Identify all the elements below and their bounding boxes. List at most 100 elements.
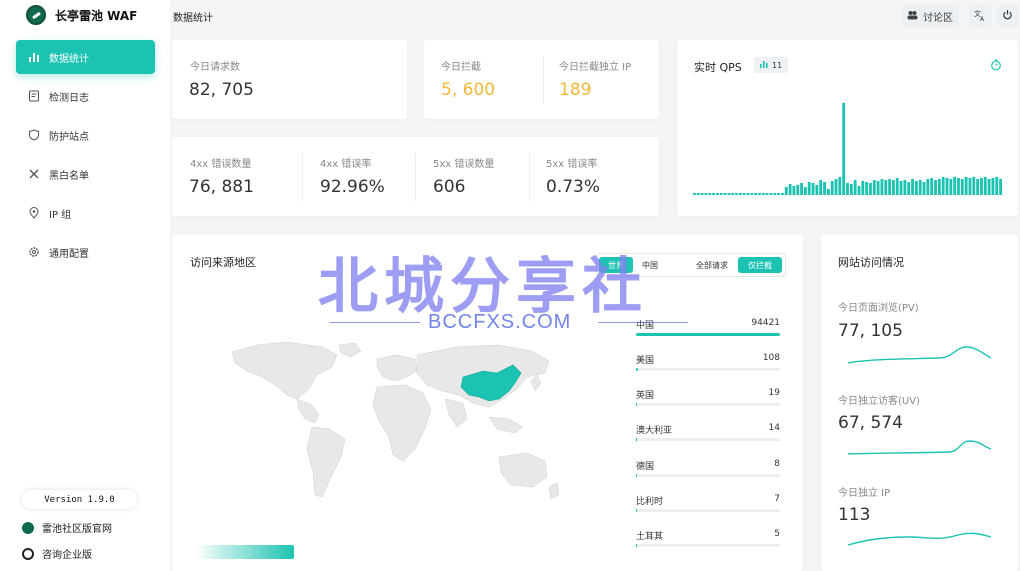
sidebar-nav: 数据统计 检测日志 防护站点 黑白名单 IP 组 通用配置 (16, 40, 155, 274)
qps-bar (945, 178, 949, 195)
qps-bar (849, 184, 853, 195)
qps-bar (765, 193, 769, 195)
qps-bar (738, 193, 742, 195)
qps-bar (911, 179, 914, 195)
region-title: 访问来源地区 (190, 256, 256, 269)
qps-bar (754, 193, 758, 195)
country-name: 英国 (636, 391, 655, 401)
qps-bar (700, 193, 704, 195)
qps-bar (715, 193, 719, 195)
logout-button[interactable] (996, 5, 1018, 27)
sidebar-item-ipgroup[interactable]: IP 组 (16, 196, 155, 230)
qps-bar (957, 178, 960, 195)
stat-value: 82, 705 (189, 80, 254, 100)
qps-bar (888, 179, 892, 195)
qps-bar (918, 180, 922, 195)
shield-icon (28, 129, 40, 141)
country-bar-track (636, 509, 780, 512)
qps-bar (803, 187, 807, 195)
qps-bar (869, 183, 872, 195)
qps-bar (781, 193, 784, 195)
qps-bar (708, 193, 712, 195)
country-count: 108 (762, 353, 780, 363)
stat-value: 0.73% (546, 177, 601, 197)
divider (529, 153, 530, 201)
community-site-link[interactable]: 雷池社区版官网 (22, 520, 112, 535)
filter-all-requests[interactable]: 全部请求 (691, 257, 733, 273)
country-count: 19 (768, 388, 780, 398)
qps-title: 实时 QPS (694, 61, 742, 74)
sidebar-item-sites[interactable]: 防护站点 (16, 118, 155, 152)
country-count: 8 (774, 459, 780, 469)
filter-blocked-only[interactable]: 仅拦截 (738, 257, 782, 273)
translate-icon: 文A (974, 9, 986, 24)
stat-label: 5xx 错误率 (546, 159, 598, 170)
qps-bar (941, 177, 945, 195)
enterprise-consult-label: 咨询企业版 (42, 550, 92, 561)
qps-bar (953, 177, 957, 195)
qps-bar (819, 180, 823, 195)
qps-bar (903, 180, 907, 195)
qps-bar (865, 182, 869, 195)
qps-bar (857, 186, 861, 195)
visits-card: 网站访问情况 今日页面浏览(PV) 77, 105 今日独立访客(UV) 67,… (821, 235, 1018, 571)
qps-bar (972, 177, 976, 195)
version-badge: Version 1.9.0 (22, 490, 137, 509)
page-title: 数据统计 (173, 13, 213, 24)
qps-bar (960, 179, 964, 195)
qps-bar (842, 103, 846, 195)
qps-bar (800, 183, 803, 195)
qps-bar (830, 181, 834, 195)
qps-bar (769, 193, 773, 195)
refresh-timer-icon[interactable] (990, 59, 1002, 74)
sidebar-item-label: 数据统计 (49, 53, 89, 65)
country-bar-fill (636, 368, 638, 371)
sidebar: 长亭雷池 WAF 数据统计 检测日志 防护站点 黑白名单 IP 组 通用配置 V… (0, 0, 170, 571)
qps-bar (823, 182, 826, 195)
sidebar-item-settings[interactable]: 通用配置 (16, 235, 155, 269)
country-bar-track (636, 544, 780, 547)
pv-sparkline (848, 346, 992, 364)
language-button[interactable]: 文A (969, 5, 991, 27)
brand[interactable]: 长亭雷池 WAF (26, 5, 137, 25)
stat-label: 5xx 错误数量 (433, 159, 495, 170)
qps-bar (968, 178, 972, 195)
uv-sparkline (848, 440, 992, 455)
stat-value: 606 (433, 177, 466, 197)
sidebar-item-logs[interactable]: 检测日志 (16, 79, 155, 113)
qps-bar (846, 183, 849, 195)
visits-title: 网站访问情况 (838, 256, 904, 269)
qps-bar (727, 193, 731, 195)
country-count: 7 (774, 494, 780, 504)
stat-value: 189 (559, 80, 592, 100)
world-map (231, 341, 560, 500)
qps-bar (731, 193, 735, 195)
sidebar-item-blackwhite[interactable]: 黑白名单 (16, 157, 155, 191)
forum-button[interactable]: 讨论区 (901, 5, 959, 27)
svg-text:A: A (980, 16, 985, 21)
stat-value: 113 (838, 505, 871, 525)
qps-bar (792, 186, 796, 195)
sidebar-item-dashboard[interactable]: 数据统计 (16, 40, 155, 74)
qps-bar (884, 180, 888, 195)
stat-label: 今日拦截独立 IP (559, 62, 632, 73)
stat-value: 76, 881 (189, 177, 254, 197)
safeline-logo-icon (26, 5, 46, 25)
stat-value: 92.96% (320, 177, 385, 197)
list-item: 英国 19 (636, 388, 780, 408)
qps-bar (777, 193, 781, 195)
qps-bar (735, 193, 738, 195)
bar-chart-icon (28, 51, 40, 63)
location-icon (28, 207, 40, 219)
stat-label: 今日独立访客(UV) (838, 396, 920, 407)
qps-bar (746, 193, 750, 195)
sidebar-item-label: IP 组 (49, 209, 72, 221)
qps-bar (991, 178, 995, 195)
country-name: 德国 (636, 462, 655, 472)
qps-bar (987, 179, 991, 195)
country-name: 美国 (636, 356, 655, 366)
enterprise-consult-link[interactable]: 咨询企业版 (22, 546, 92, 561)
list-item: 德国 8 (636, 459, 780, 479)
divider (415, 153, 416, 201)
users-icon (907, 10, 918, 23)
